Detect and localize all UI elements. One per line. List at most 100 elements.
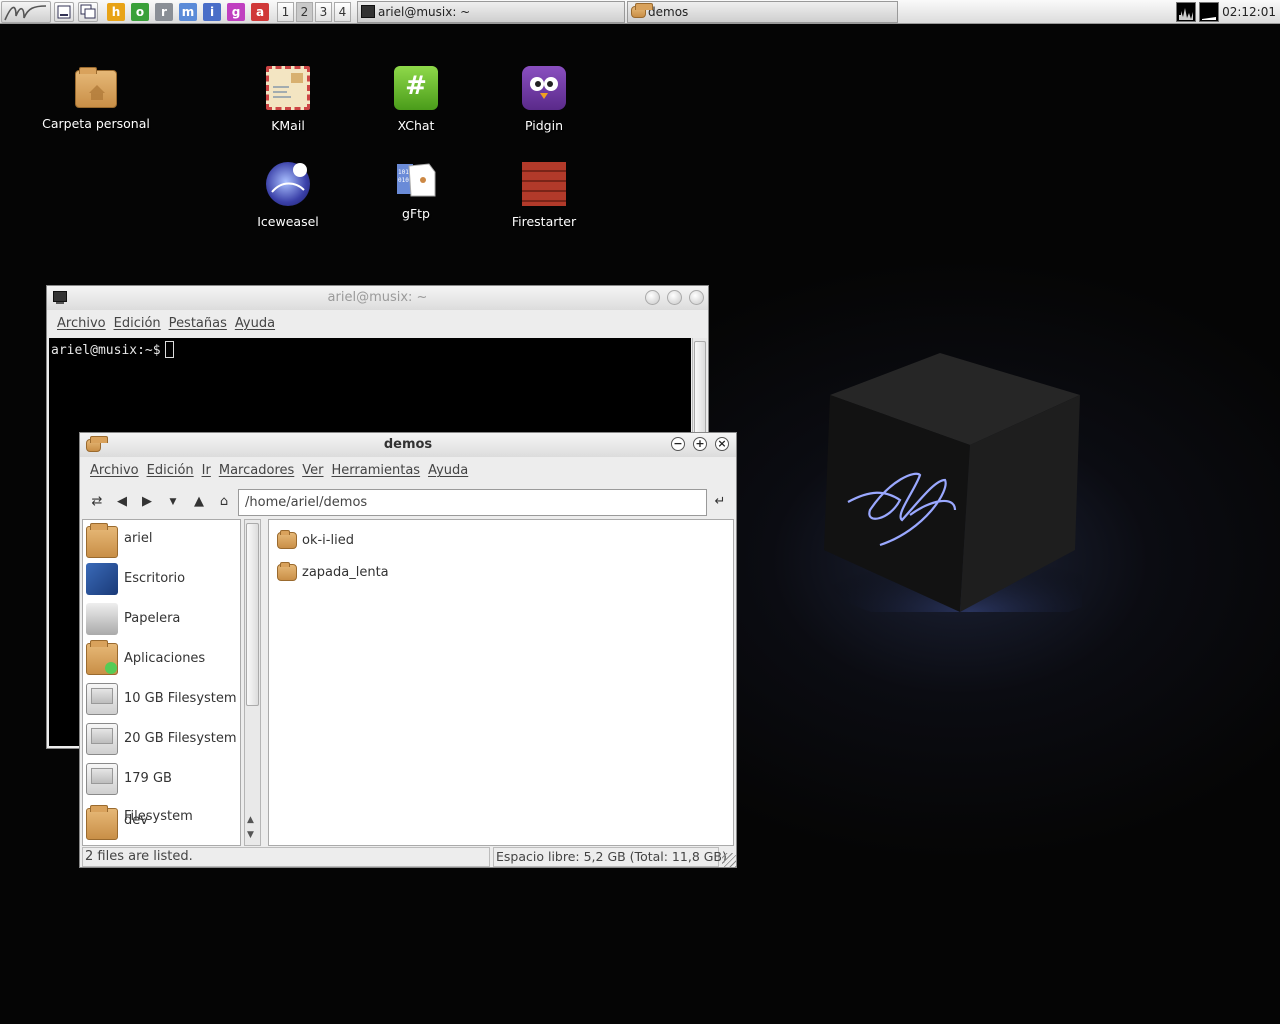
scrollbar-thumb[interactable] bbox=[246, 523, 259, 706]
desktop-icon-xchat[interactable]: # XChat bbox=[356, 66, 476, 133]
back-arrow-icon[interactable]: ◀ bbox=[113, 493, 131, 511]
task-button[interactable]: demos bbox=[627, 1, 898, 23]
location-toggle-icon[interactable]: ⇄ bbox=[88, 493, 106, 511]
menubar: Archivo Edición Ir Marcadores Ver Herramienta… bbox=[86, 459, 736, 483]
text-cursor bbox=[164, 341, 174, 358]
workspace-4-button[interactable]: 4 bbox=[334, 2, 351, 22]
windows-icon bbox=[80, 4, 96, 19]
desktop-icon-gftp[interactable]: 101 010 gFtp bbox=[356, 162, 476, 221]
trash-icon bbox=[86, 603, 118, 635]
menu-edición[interactable]: Edición bbox=[110, 312, 165, 336]
workspace-3-button[interactable]: 3 bbox=[315, 2, 332, 22]
desktop-icon-label: gFtp bbox=[402, 206, 430, 221]
file-manager-window[interactable]: demos − + × Archivo Edición Ir Marcadores Ve… bbox=[79, 432, 737, 868]
desktop-icon-label: KMail bbox=[271, 118, 305, 133]
sidebar-item-dev[interactable]: dev bbox=[83, 802, 240, 842]
terminal-prompt: ariel@musix:~$ bbox=[51, 341, 174, 358]
menu-archivo[interactable]: Archivo bbox=[53, 312, 110, 336]
launcher-r-icon[interactable]: r bbox=[155, 3, 173, 21]
menu-pestañas[interactable]: Pestañas bbox=[165, 312, 231, 336]
launcher-h-icon[interactable]: h bbox=[107, 3, 125, 21]
menu-ayuda[interactable]: Ayuda bbox=[424, 459, 472, 483]
kmail-icon bbox=[266, 66, 310, 110]
start-menu-button[interactable] bbox=[1, 1, 51, 23]
launcher-a-icon[interactable]: a bbox=[251, 3, 269, 21]
go-icon[interactable]: ↵ bbox=[711, 493, 729, 511]
sidebar-item-label: Escritorio bbox=[124, 571, 186, 586]
pidgin-icon bbox=[522, 66, 566, 110]
sidebar-item-label: Papelera bbox=[124, 611, 181, 626]
file-manager-titlebar[interactable]: demos − + × bbox=[80, 433, 736, 457]
menu-ayuda[interactable]: Ayuda bbox=[231, 312, 279, 336]
minimize-all-button[interactable] bbox=[54, 2, 74, 22]
task-label: demos bbox=[648, 5, 689, 19]
desktop-icon-kmail[interactable]: KMail bbox=[228, 66, 348, 133]
close-button[interactable] bbox=[689, 290, 704, 305]
desktop-icon-carpeta-personal[interactable]: Carpeta personal bbox=[36, 66, 156, 131]
resize-grip[interactable] bbox=[722, 853, 736, 867]
launcher-g-icon[interactable]: g bbox=[227, 3, 245, 21]
sidebar-item-label: Aplicaciones bbox=[124, 651, 206, 666]
applications-icon bbox=[86, 640, 118, 675]
svg-text:010: 010 bbox=[398, 177, 409, 184]
home-icon[interactable]: ⌂ bbox=[215, 493, 233, 511]
minimize-button[interactable] bbox=[645, 290, 660, 305]
window-list-button[interactable] bbox=[78, 2, 98, 22]
minimize-button[interactable]: − bbox=[671, 437, 685, 451]
cpu-monitor-icon[interactable] bbox=[1176, 2, 1196, 22]
desktop-icon-firestarter[interactable]: Firestarter bbox=[484, 162, 604, 229]
sidebar-item-escritorio[interactable]: Escritorio bbox=[83, 560, 240, 600]
terminal-titlebar[interactable]: ariel@musix: ~ bbox=[47, 286, 708, 310]
sidebar-item-ariel[interactable]: ariel bbox=[83, 520, 240, 560]
svg-text:101: 101 bbox=[398, 169, 409, 176]
folder-icon bbox=[631, 3, 653, 18]
workspace-2-button[interactable]: 2 bbox=[296, 2, 313, 22]
network-monitor-icon[interactable] bbox=[1199, 2, 1219, 22]
scroll-up-arrow-icon[interactable]: ▲ bbox=[247, 815, 254, 825]
menu-herramientas[interactable]: Herramientas bbox=[328, 459, 425, 483]
menubar: Archivo Edición Pestañas Ayuda bbox=[53, 312, 708, 336]
close-button[interactable]: × bbox=[715, 437, 729, 451]
sidebar-item-179-gb-filesystem[interactable]: 179 GB Filesystem bbox=[83, 760, 240, 824]
maximize-button[interactable]: + bbox=[693, 437, 707, 451]
home-folder-icon bbox=[75, 67, 117, 108]
scroll-down-arrow-icon[interactable]: ▼ bbox=[247, 830, 254, 840]
menu-archivo[interactable]: Archivo bbox=[86, 459, 143, 483]
launcher-m-icon[interactable]: m bbox=[179, 3, 197, 21]
file-list-view[interactable]: ok-i-lied zapada_lenta bbox=[268, 519, 734, 846]
sidebar-item-label: ariel bbox=[124, 531, 153, 546]
maximize-button[interactable] bbox=[667, 290, 682, 305]
up-arrow-icon[interactable]: ▲ bbox=[190, 493, 208, 511]
desktop-icon-label: Carpeta personal bbox=[42, 116, 150, 131]
task-label: ariel@musix: ~ bbox=[378, 5, 471, 19]
menu-marcadores[interactable]: Marcadores bbox=[215, 459, 298, 483]
status-file-count: 2 files are listed. bbox=[82, 847, 490, 867]
forward-arrow-icon[interactable]: ▶ bbox=[138, 493, 156, 511]
wallpaper-cube-image bbox=[824, 353, 1082, 612]
desktop-icon-iceweasel[interactable]: Iceweasel bbox=[228, 162, 348, 229]
location-input[interactable] bbox=[238, 489, 707, 516]
sidebar-scrollbar[interactable]: ▲ ▼ bbox=[244, 519, 261, 846]
sidebar-item-label: 10 GB Filesystem bbox=[124, 691, 237, 706]
launcher-o-icon[interactable]: o bbox=[131, 3, 149, 21]
menu-ir[interactable]: Ir bbox=[198, 459, 215, 483]
sidebar-item-20-gb-filesystem[interactable]: 20 GB Filesystem bbox=[83, 720, 240, 760]
launcher-i-icon[interactable]: i bbox=[203, 3, 221, 21]
menu-edición[interactable]: Edición bbox=[143, 459, 198, 483]
sidebar-item-label: dev bbox=[124, 813, 148, 828]
clock[interactable]: 02:12:01 bbox=[1222, 0, 1276, 24]
file-item-label: zapada_lenta bbox=[302, 565, 389, 580]
task-button[interactable]: ariel@musix: ~ bbox=[357, 1, 625, 23]
folder-icon bbox=[86, 805, 118, 840]
history-dropdown-icon[interactable]: ▼ bbox=[164, 493, 182, 511]
home-folder-icon bbox=[86, 523, 118, 558]
toolbar: ⇄ ◀ ▶ ▼ ▲ ⌂ ↵ bbox=[80, 487, 736, 517]
menu-ver[interactable]: Ver bbox=[298, 459, 327, 483]
desktop-icon-pidgin[interactable]: Pidgin bbox=[484, 66, 604, 133]
sidebar-item-papelera[interactable]: Papelera bbox=[83, 600, 240, 640]
sidebar-item-label: 20 GB Filesystem bbox=[124, 731, 237, 746]
workspace-1-button[interactable]: 1 bbox=[277, 2, 294, 22]
sidebar-item-10-gb-filesystem[interactable]: 10 GB Filesystem bbox=[83, 680, 240, 720]
musix-logo-icon bbox=[4, 5, 47, 21]
sidebar-item-aplicaciones[interactable]: Aplicaciones bbox=[83, 640, 240, 680]
